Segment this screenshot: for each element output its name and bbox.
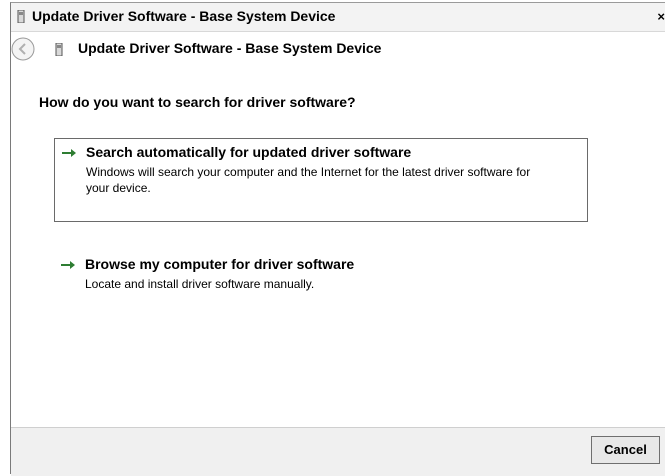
close-button[interactable]: × [653,9,665,25]
button-bar: Cancel [11,427,665,476]
cancel-button[interactable]: Cancel [591,436,660,464]
option-title: Browse my computer for driver software [85,256,355,272]
device-icon [55,43,63,56]
option-description: Locate and install driver software manua… [85,277,315,291]
option-title: Search automatically for updated driver … [86,144,412,160]
green-arrow-icon [61,261,75,269]
window-title: Update Driver Software - Base System Dev… [32,8,336,24]
question-heading: How do you want to search for driver sof… [39,94,356,110]
search-automatically-option[interactable]: Search automatically for updated driver … [54,138,588,222]
option-description: Windows will search your computer and th… [86,165,531,195]
close-icon: × [657,9,665,24]
wizard-content: How do you want to search for driver sof… [11,65,665,427]
back-button[interactable] [11,37,35,61]
wizard-title: Update Driver Software - Base System Dev… [78,40,382,56]
green-arrow-icon [62,149,76,157]
dialog-window: Update Driver Software - Base System Dev… [10,2,665,476]
browse-computer-option[interactable]: Browse my computer for driver software L… [54,251,588,301]
device-icon [17,10,25,23]
navigation-bar: Update Driver Software - Base System Dev… [11,32,665,65]
title-bar: Update Driver Software - Base System Dev… [11,3,665,32]
